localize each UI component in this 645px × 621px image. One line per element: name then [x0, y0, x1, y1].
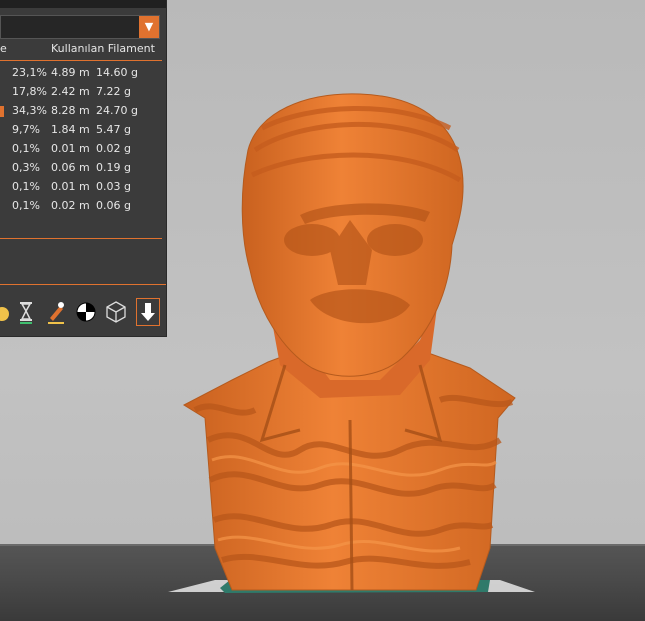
row-length: 0.01 m — [51, 142, 90, 155]
row-weight: 24.70 g — [96, 104, 138, 117]
row-percent: 9,7% — [12, 123, 40, 136]
selected-color-swatch — [0, 106, 4, 117]
center-of-mass-icon[interactable] — [74, 298, 98, 326]
table-row[interactable]: 0,3% 0.06 m 0.19 g — [0, 161, 166, 180]
chevron-down-icon[interactable]: ▼ — [139, 16, 159, 38]
row-weight: 0.02 g — [96, 142, 131, 155]
row-percent: 0,1% — [12, 142, 40, 155]
table-row[interactable]: 17,8% 2.42 m 7.22 g — [0, 85, 166, 104]
row-length: 2.42 m — [51, 85, 90, 98]
row-weight: 14.60 g — [96, 66, 138, 79]
table-row[interactable]: 0,1% 0.01 m 0.03 g — [0, 180, 166, 199]
view-toolbar — [0, 298, 166, 328]
row-percent: 0,1% — [12, 199, 40, 212]
toolbar-divider — [0, 284, 166, 285]
wireframe-cube-icon[interactable] — [104, 298, 128, 326]
table-divider — [0, 238, 162, 239]
export-arrow-icon[interactable] — [136, 298, 160, 326]
row-length: 0.01 m — [51, 180, 90, 193]
row-percent: 0,1% — [12, 180, 40, 193]
row-weight: 0.19 g — [96, 161, 131, 174]
row-weight: 0.06 g — [96, 199, 131, 212]
table-row[interactable]: 0,1% 0.02 m 0.06 g — [0, 199, 166, 218]
statistics-panel: ▼ e Kullanılan Filament 23,1% 4.89 m 14.60… — [0, 0, 167, 337]
row-weight: 7.22 g — [96, 85, 131, 98]
row-weight: 5.47 g — [96, 123, 131, 136]
row-percent: 23,1% — [12, 66, 47, 79]
row-percent: 34,3% — [12, 104, 47, 117]
view-mode-dropdown[interactable]: ▼ — [0, 15, 160, 39]
table-row[interactable]: 23,1% 4.89 m 14.60 g — [0, 66, 166, 85]
row-length: 8.28 m — [51, 104, 90, 117]
table-row[interactable]: 0,1% 0.01 m 0.02 g — [0, 142, 166, 161]
row-percent: 17,8% — [12, 85, 47, 98]
column-header-partial: e — [0, 42, 7, 55]
row-length: 4.89 m — [51, 66, 90, 79]
row-weight: 0.03 g — [96, 180, 131, 193]
row-percent: 0,3% — [12, 161, 40, 174]
table-row[interactable]: 34,3% 8.28 m 24.70 g — [0, 104, 166, 123]
fill-color-icon[interactable] — [0, 298, 14, 326]
paint-brush-icon[interactable] — [44, 298, 68, 326]
header-divider — [0, 60, 162, 61]
panel-top-bar — [0, 0, 166, 8]
hourglass-icon[interactable] — [14, 298, 38, 326]
row-length: 0.06 m — [51, 161, 90, 174]
table-row[interactable]: 9,7% 1.84 m 5.47 g — [0, 123, 166, 142]
row-length: 1.84 m — [51, 123, 90, 136]
row-length: 0.02 m — [51, 199, 90, 212]
column-header-filament-used: Kullanılan Filament — [51, 42, 155, 55]
